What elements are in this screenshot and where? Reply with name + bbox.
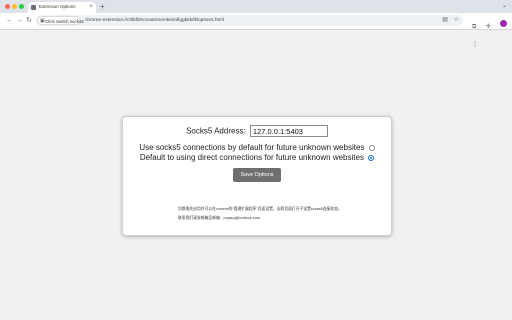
star-icon[interactable]: ☆	[454, 17, 459, 23]
usage-note: 切换需先启用并可以在chrome的“管理扩展程序”页面设置，去默页面打开子设置s…	[178, 207, 342, 211]
menu-icon[interactable]: ⋮	[472, 39, 478, 51]
address-bar[interactable]: ▣ Click switch socks5 chrome-extension:/…	[36, 15, 463, 26]
chip-label: Click switch socks5	[45, 18, 84, 24]
socks5-address-input[interactable]	[249, 125, 328, 137]
close-window-button[interactable]	[5, 4, 10, 9]
radio-row-socks5[interactable]: Use socks5 connections by default for fu…	[123, 143, 391, 152]
extension-chip[interactable]: ▣ Click switch socks5	[37, 16, 84, 25]
socks5-address-label: Socks5 Address:	[186, 126, 246, 136]
close-icon[interactable]: ×	[89, 3, 93, 11]
radio-socks5-label: Use socks5 connections by default for fu…	[139, 143, 365, 152]
puzzle-icon	[31, 5, 36, 10]
save-options-button[interactable]: Save Options	[233, 168, 281, 182]
browser-toolbar: ← → ↻ ▣ Click switch socks5 chrome-exten…	[0, 13, 512, 48]
omnibox-icons: ▤ ☆	[438, 16, 459, 25]
forward-button[interactable]: →	[16, 15, 23, 27]
options-card: Socks5 Address: Use socks5 connections b…	[122, 116, 392, 236]
url-text[interactable]: chrome-extension://chlblldncosamnemkeimf…	[85, 18, 224, 23]
radio-direct-label: Default to using direct connections for …	[139, 153, 364, 162]
chevron-down-icon[interactable]: ⌄	[502, 2, 507, 9]
socks5-address-row: Socks5 Address:	[123, 125, 391, 137]
back-button[interactable]: ←	[6, 15, 13, 27]
tab-strip: Extension Options × + ⌄	[0, 0, 512, 13]
profile-avatar[interactable]	[500, 20, 508, 28]
maximize-window-button[interactable]	[19, 4, 24, 9]
puzzle-icon[interactable]: ✣	[486, 21, 491, 33]
minimize-window-button[interactable]	[12, 4, 17, 9]
reload-button[interactable]: ↻	[26, 15, 32, 27]
contact-note: 联系我们请发邮箱至邮箱：pojasoj@outlook.com	[178, 216, 260, 220]
new-tab-button[interactable]: +	[100, 2, 105, 11]
translate-icon[interactable]: ▤	[442, 17, 448, 23]
toolbar-actions: ⧉ ✣ ⋮	[472, 15, 512, 48]
radio-direct[interactable]	[368, 154, 375, 161]
tab-title: Extension Options	[39, 4, 76, 9]
tab-extension-options[interactable]: Extension Options ×	[28, 2, 96, 13]
radio-row-direct[interactable]: Default to using direct connections for …	[123, 153, 391, 162]
radio-socks5[interactable]	[368, 144, 375, 151]
extension-icon[interactable]: ⧉	[472, 21, 476, 33]
